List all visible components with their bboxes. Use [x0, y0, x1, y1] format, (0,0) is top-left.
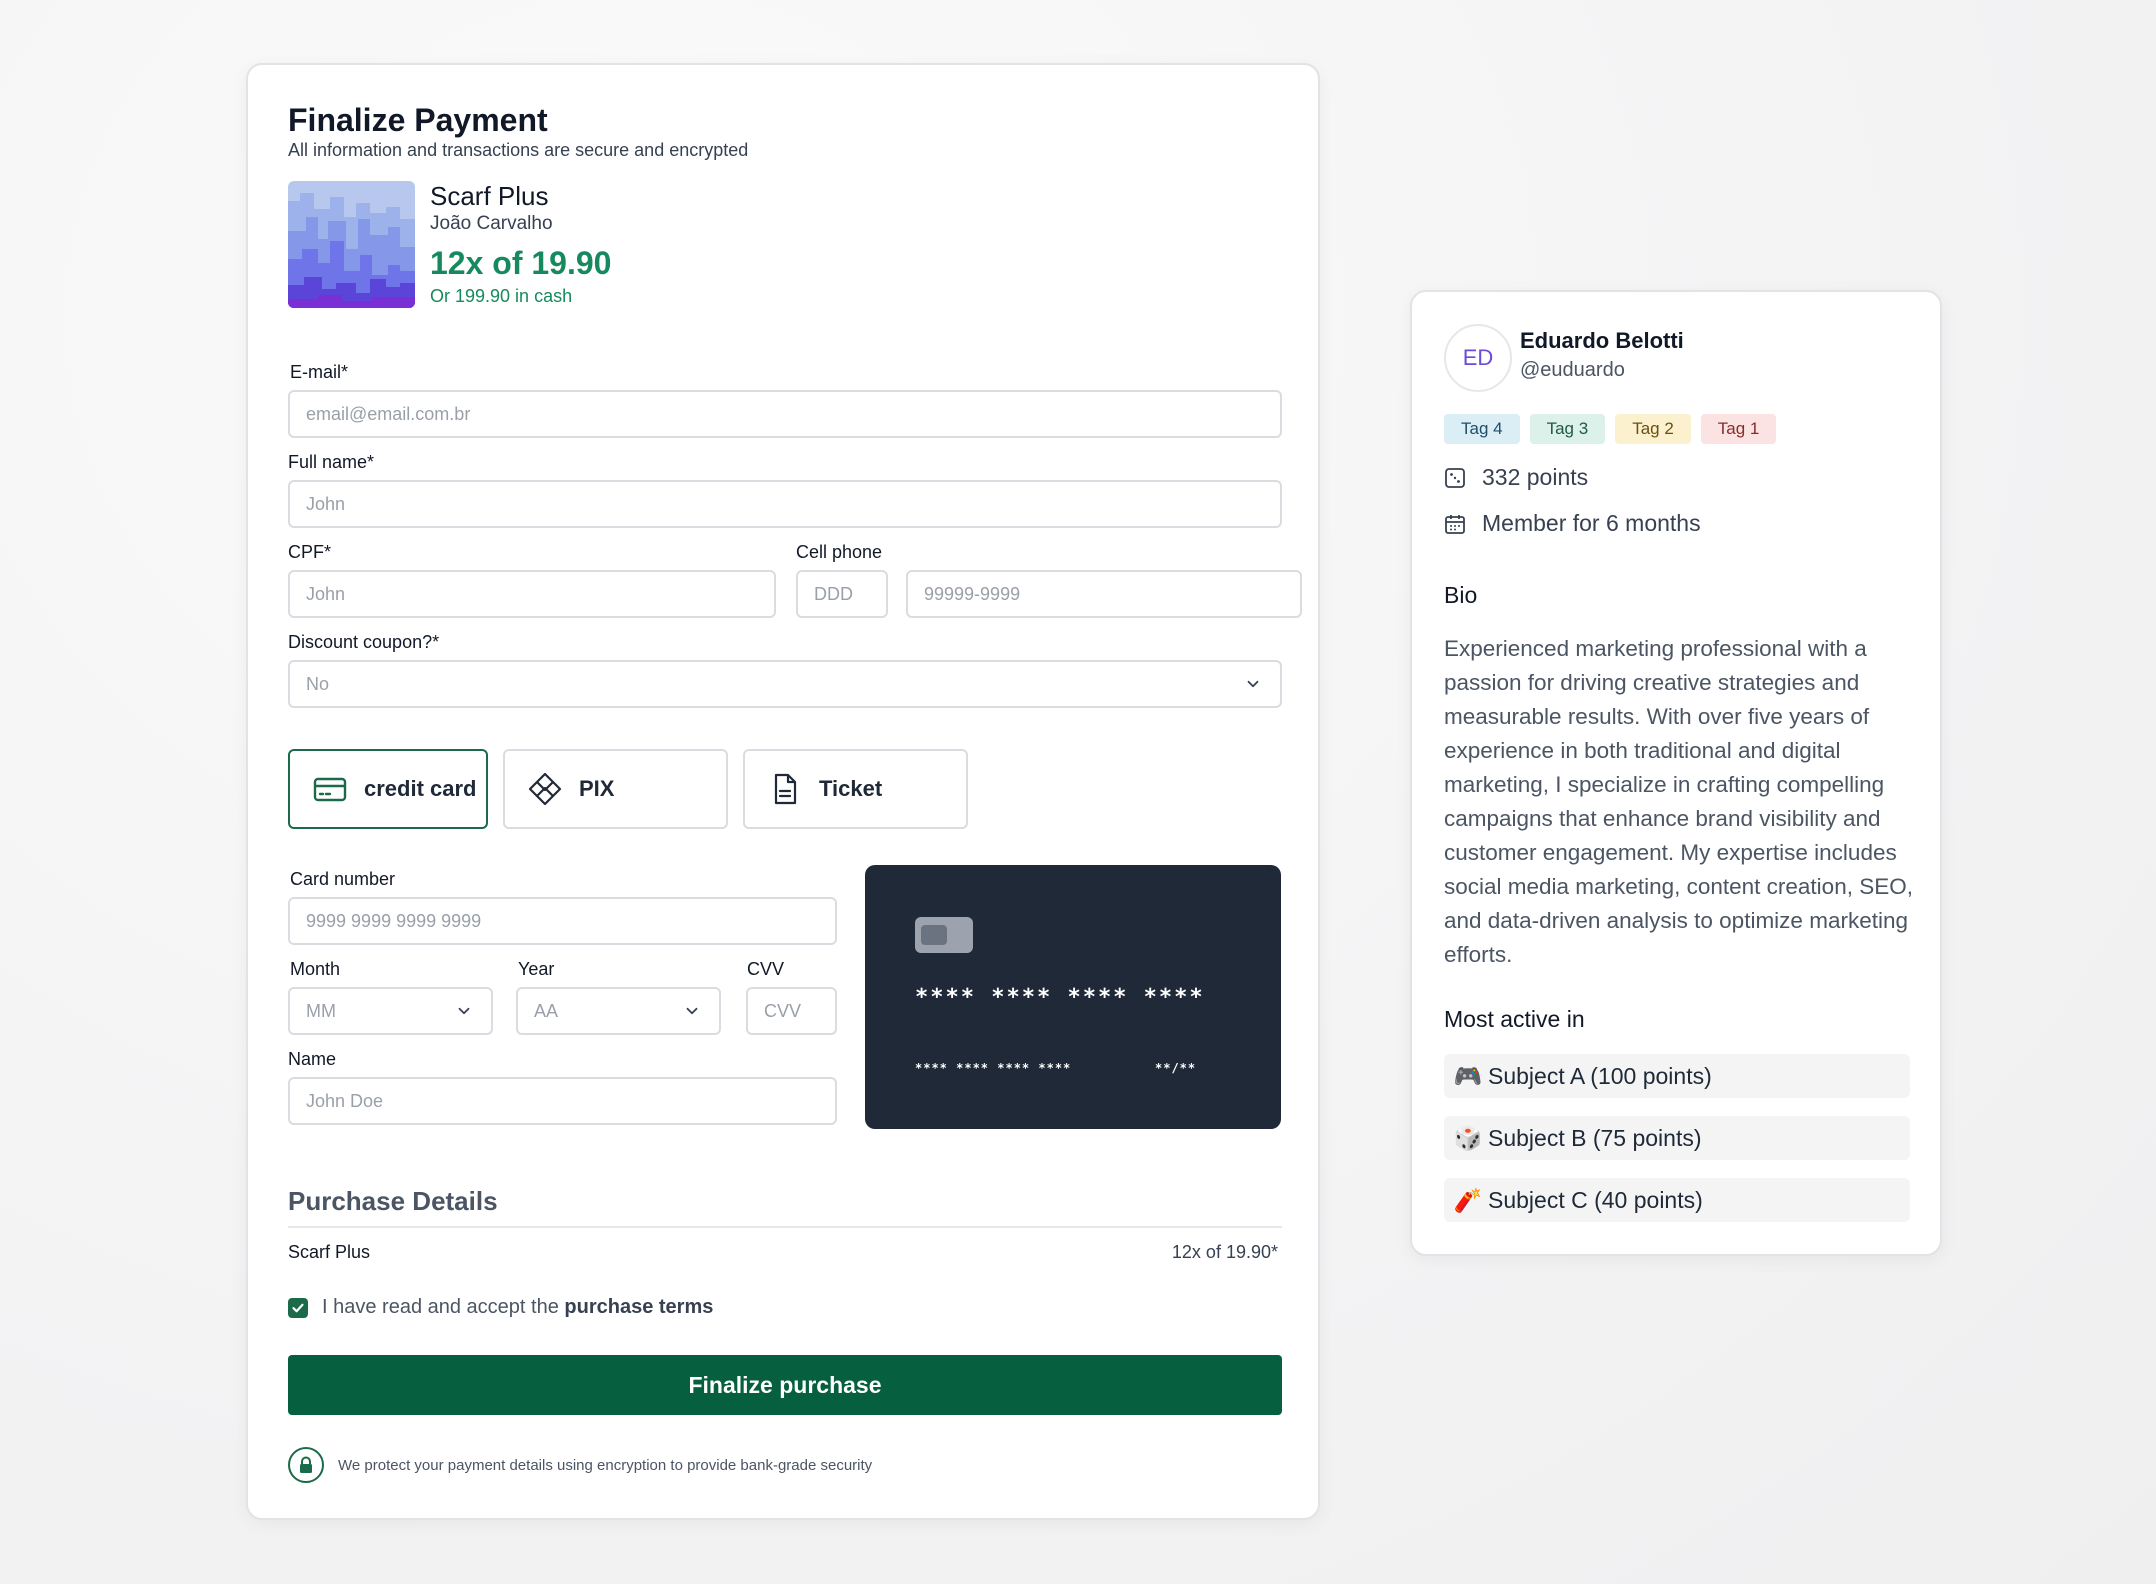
gamepad-icon: 🎮: [1453, 1062, 1483, 1089]
month-label: Month: [290, 959, 341, 979]
terms-link[interactable]: purchase terms: [564, 1296, 713, 1318]
document-icon: [774, 773, 797, 805]
product-seller: João Carvalho: [430, 213, 553, 234]
product-cash-price: Or 199.90 in cash: [430, 286, 573, 306]
cpf-field[interactable]: John: [288, 570, 776, 618]
email-field[interactable]: email@email.com.br: [288, 390, 1282, 438]
lock-icon: [288, 1447, 324, 1483]
purchase-item: Scarf Plus: [288, 1242, 371, 1262]
cvv-label: CVV: [747, 959, 785, 979]
phone-placeholder: 99999-9999: [924, 583, 1021, 604]
method-ticket-button[interactable]: Ticket: [743, 749, 968, 829]
fullname-placeholder: John: [306, 493, 346, 514]
pix-icon: [528, 772, 562, 806]
finalize-purchase-button[interactable]: Finalize purchase: [288, 1355, 1282, 1415]
security-note: We protect your payment details using en…: [288, 1447, 872, 1483]
year-select[interactable]: AA: [516, 987, 721, 1035]
purchase-details-title: Purchase Details: [288, 1186, 498, 1216]
email-placeholder: email@email.com.br: [306, 403, 471, 424]
divider: [288, 1226, 1282, 1228]
method-credit-card-button[interactable]: credit card: [288, 749, 488, 829]
subject-label: Subject A (100 points): [1488, 1062, 1712, 1089]
tag[interactable]: Tag 3: [1529, 414, 1606, 444]
card-preview-number: **** **** **** ****: [915, 985, 1205, 1010]
profile-name: Eduardo Belotti: [1520, 328, 1684, 353]
card-preview: **** **** **** **** **** **** **** **** …: [865, 865, 1281, 1129]
email-label: E-mail*: [290, 362, 349, 382]
member-row: Member for 6 months: [1444, 510, 1701, 537]
subject-item[interactable]: 🎮 Subject A (100 points): [1444, 1054, 1910, 1098]
ddd-placeholder: DDD: [814, 583, 853, 604]
terms-text: I have read and accept the: [322, 1296, 559, 1318]
card-name-placeholder: John Doe: [306, 1090, 384, 1111]
bio-title: Bio: [1444, 582, 1478, 608]
method-label: Ticket: [819, 776, 883, 801]
chevron-down-icon: [1247, 680, 1259, 688]
firecracker-icon: 🧨: [1453, 1186, 1483, 1213]
subject-label: Subject B (75 points): [1488, 1124, 1702, 1151]
year-label: Year: [518, 959, 555, 979]
fullname-field[interactable]: John: [288, 480, 1282, 528]
ddd-field[interactable]: DDD: [796, 570, 888, 618]
card-number-placeholder: 9999 9999 9999 9999: [306, 910, 482, 931]
card-name-label: Name: [288, 1049, 337, 1069]
method-label: PIX: [579, 776, 615, 801]
subject-item[interactable]: 🧨 Subject C (40 points): [1444, 1178, 1910, 1222]
phone-field[interactable]: 99999-9999: [906, 570, 1302, 618]
product-installments: 12x of 19.90: [430, 245, 612, 281]
chevron-down-icon: [686, 1007, 698, 1015]
card-preview-expiry: **/**: [1155, 1061, 1197, 1075]
method-pix-button[interactable]: PIX: [503, 749, 728, 829]
most-active-title: Most active in: [1444, 1006, 1585, 1032]
avatar: ED: [1444, 324, 1512, 392]
tag[interactable]: Tag 2: [1615, 414, 1691, 444]
dice-icon: [1445, 467, 1465, 488]
product-name: Scarf Plus: [430, 181, 549, 211]
month-select[interactable]: MM: [288, 987, 493, 1035]
card-preview-small-number: **** **** **** ****: [915, 1061, 1072, 1075]
credit-card-icon: [313, 777, 347, 802]
profile-handle: @euduardo: [1520, 359, 1625, 381]
card-number-label: Card number: [290, 869, 396, 889]
subject-item[interactable]: 🎲 Subject B (75 points): [1444, 1116, 1910, 1160]
member-text: Member for 6 months: [1482, 510, 1701, 536]
card-name-field[interactable]: John Doe: [288, 1077, 837, 1125]
page-subtitle: All information and transactions are sec…: [288, 140, 749, 160]
page-title: Finalize Payment: [288, 102, 548, 138]
dice-icon: 🎲: [1453, 1124, 1483, 1151]
bio-text: Experienced marketing professional with …: [1444, 636, 1913, 967]
product-image: [288, 181, 415, 308]
points-text: 332 points: [1482, 464, 1589, 490]
payment-card: Finalize Payment All information and tra…: [246, 63, 1320, 1520]
cpf-label: CPF*: [288, 542, 332, 562]
coupon-value: No: [306, 673, 330, 694]
coupon-select[interactable]: No: [288, 660, 1282, 708]
fullname-label: Full name*: [288, 452, 375, 472]
purchase-value: 12x of 19.90*: [1171, 1242, 1278, 1262]
subject-label: Subject C (40 points): [1488, 1186, 1703, 1213]
profile-card: ED Eduardo Belotti @euduardo Tag 4 Tag 3…: [1410, 290, 1942, 1256]
phone-label: Cell phone: [796, 542, 883, 562]
terms-row: I have read and accept the purchase term…: [288, 1296, 713, 1319]
card-number-field[interactable]: 9999 9999 9999 9999: [288, 897, 837, 945]
card-chip-icon: [915, 917, 973, 953]
tag-list: Tag 4 Tag 3 Tag 2 Tag 1: [1444, 414, 1777, 444]
cpf-placeholder: John: [306, 583, 346, 604]
terms-checkbox[interactable]: [288, 1297, 308, 1318]
tag[interactable]: Tag 1: [1700, 414, 1777, 444]
tag[interactable]: Tag 4: [1444, 414, 1520, 444]
coupon-label: Discount coupon?*: [288, 632, 440, 652]
year-placeholder: AA: [534, 1000, 559, 1021]
check-icon: [292, 1303, 304, 1312]
chevron-down-icon: [458, 1007, 470, 1015]
security-text: We protect your payment details using en…: [338, 1456, 873, 1474]
month-placeholder: MM: [306, 1000, 336, 1021]
method-label: credit card: [364, 776, 477, 801]
points-row: 332 points: [1444, 464, 1588, 491]
calendar-icon: [1445, 514, 1465, 534]
cvv-field[interactable]: CVV: [746, 987, 837, 1035]
cvv-placeholder: CVV: [764, 1000, 802, 1021]
